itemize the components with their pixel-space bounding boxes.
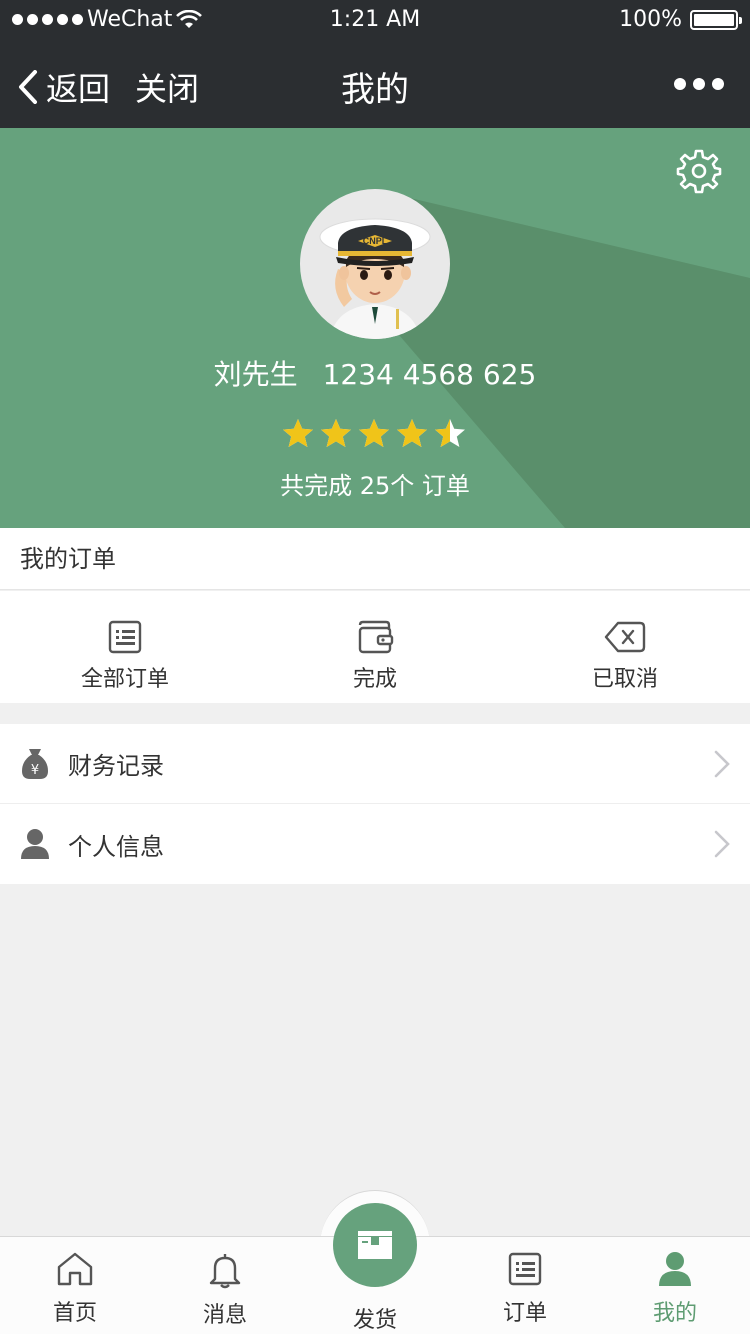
shipping-box-icon	[358, 1231, 392, 1259]
svg-text:¥: ¥	[31, 763, 39, 778]
svg-text:CNPL: CNPL	[363, 236, 388, 246]
home-icon	[57, 1252, 93, 1286]
all-orders-button[interactable]: 全部订单	[0, 591, 250, 703]
page-title: 我的	[341, 70, 409, 110]
tab-mine-label: 我的	[652, 1301, 697, 1326]
battery-percent: 100%	[619, 7, 682, 32]
star-icon	[283, 419, 313, 447]
user-name: 刘先生	[213, 358, 298, 391]
captain-avatar-illustration: CNPL	[319, 218, 431, 339]
chevron-right-icon	[714, 750, 730, 778]
user-phone: 1234 4568 625	[322, 358, 537, 391]
cancel-icon	[604, 621, 646, 653]
star-icon	[435, 419, 465, 447]
rating-stars	[282, 418, 466, 450]
completed-label: 完成	[352, 667, 397, 692]
star-icon	[397, 419, 427, 447]
star-icon	[321, 419, 351, 447]
status-bar: WeChat 1:21 AM 100%	[0, 0, 750, 40]
gear-icon[interactable]	[676, 148, 722, 194]
battery-icon	[690, 9, 742, 30]
menu-item-personal-info-label: 个人信息	[68, 832, 164, 861]
tab-home[interactable]: 首页	[0, 1237, 150, 1334]
avatar[interactable]: CNPL	[300, 189, 450, 339]
tab-messages-label: 消息	[202, 1303, 247, 1328]
order-list-icon	[508, 1252, 542, 1286]
tab-home-label: 首页	[52, 1301, 97, 1326]
menu-item-finance-label: 财务记录	[68, 752, 164, 780]
cancelled-label: 已取消	[591, 667, 658, 692]
person-icon	[21, 829, 49, 859]
nav-bar: 返回 关闭 我的	[0, 40, 750, 128]
completed-orders-text: 共完成 25个 订单	[280, 472, 470, 500]
battery-info: 100%	[619, 7, 742, 32]
my-orders-header: 我的订单	[0, 528, 750, 590]
order-shortcuts: 全部订单 完成 已取消	[0, 591, 750, 703]
more-menu-icon[interactable]	[674, 78, 724, 90]
profile-menu: ¥ 财务记录 个人信息	[0, 724, 750, 884]
completed-orders-button[interactable]: 完成	[250, 591, 500, 703]
bell-icon	[209, 1254, 241, 1289]
chevron-right-icon	[714, 830, 730, 858]
tab-orders-label: 订单	[502, 1301, 547, 1326]
order-list-icon	[108, 620, 142, 654]
ship-button[interactable]	[333, 1203, 417, 1287]
ship-label: 发货	[352, 1308, 397, 1333]
cap-logo: CNPL	[358, 235, 392, 247]
menu-item-personal-info[interactable]: 个人信息	[0, 804, 750, 884]
tab-orders[interactable]: 订单	[450, 1237, 600, 1334]
tab-messages[interactable]: 消息	[150, 1237, 300, 1334]
person-icon	[659, 1252, 691, 1286]
menu-item-finance[interactable]: ¥ 财务记录	[0, 724, 750, 804]
tab-mine[interactable]: 我的	[600, 1237, 750, 1334]
cancelled-orders-button[interactable]: 已取消	[500, 591, 750, 703]
profile-header: CNPL 刘先生 1234 4568 625 共完成 25个 订单	[0, 128, 750, 528]
user-info: 刘先生 1234 4568 625	[0, 353, 750, 393]
all-orders-label: 全部订单	[80, 667, 169, 692]
wallet-icon	[358, 620, 394, 654]
star-icon	[359, 419, 389, 447]
money-bag-icon: ¥	[22, 748, 48, 779]
